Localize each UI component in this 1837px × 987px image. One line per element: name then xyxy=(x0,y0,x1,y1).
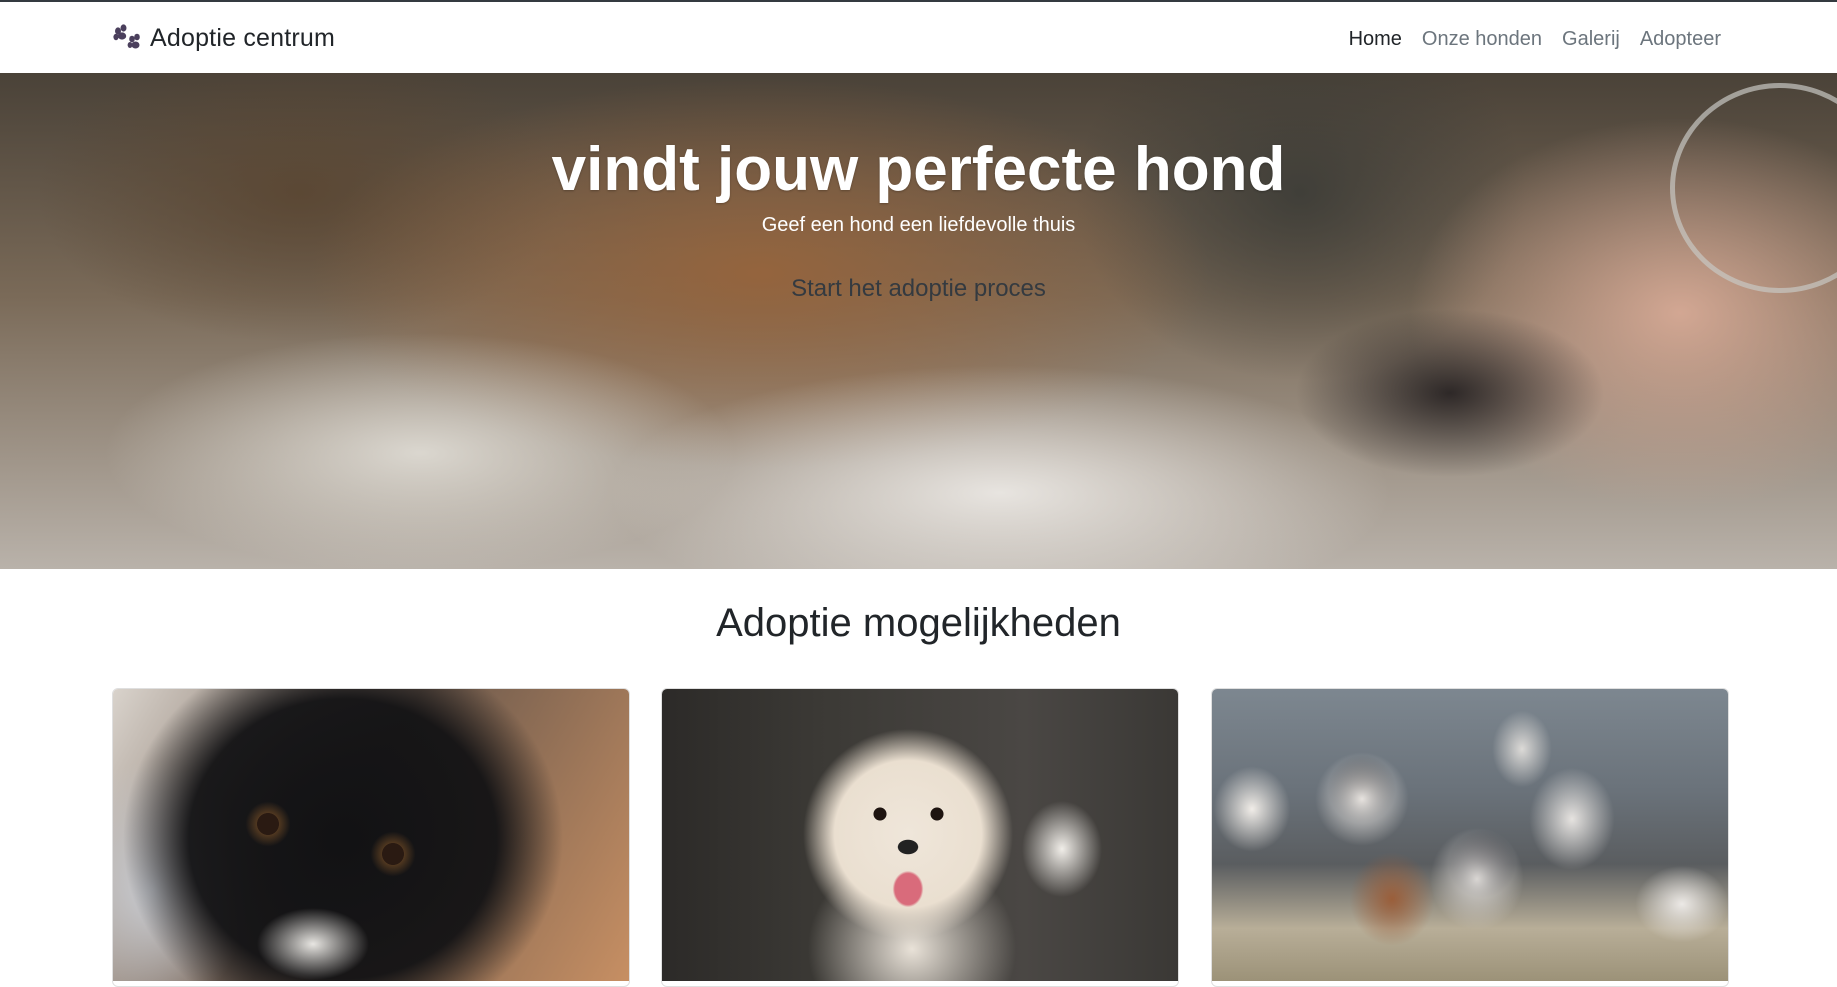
hero-subtitle: Geef een hond een liefdevolle thuis xyxy=(761,214,1076,236)
hero-title: vindt jouw perfecte hond xyxy=(551,135,1286,204)
nav-item-onze-honden[interactable]: Onze honden xyxy=(1422,24,1542,54)
dog-cards xyxy=(112,688,1729,987)
section-title: Adoptie mogelijkheden xyxy=(716,601,1121,645)
dog-card[interactable] xyxy=(1211,688,1729,987)
paw-icon xyxy=(112,24,142,52)
start-adoption-button[interactable]: Start het adoptie proces xyxy=(0,272,1837,306)
main-nav: Home Onze honden Galerij Adopteer xyxy=(1329,24,1721,54)
dog-card[interactable] xyxy=(112,688,630,987)
navbar: Adoptie centrum Home Onze honden Galerij… xyxy=(0,2,1837,73)
brand-link[interactable]: Adoptie centrum xyxy=(112,20,335,56)
dog-card[interactable] xyxy=(661,688,1179,987)
dog-photo xyxy=(1212,689,1728,981)
nav-item-adopteer[interactable]: Adopteer xyxy=(1640,24,1721,54)
brand-name: Adoptie centrum xyxy=(150,23,336,52)
nav-item-home[interactable]: Home xyxy=(1349,24,1402,54)
dog-photo xyxy=(662,689,1178,981)
dog-photo xyxy=(113,689,629,981)
hero-banner: vindt jouw perfecte hond Geef een hond e… xyxy=(0,73,1837,569)
nav-item-galerij[interactable]: Galerij xyxy=(1562,24,1620,54)
